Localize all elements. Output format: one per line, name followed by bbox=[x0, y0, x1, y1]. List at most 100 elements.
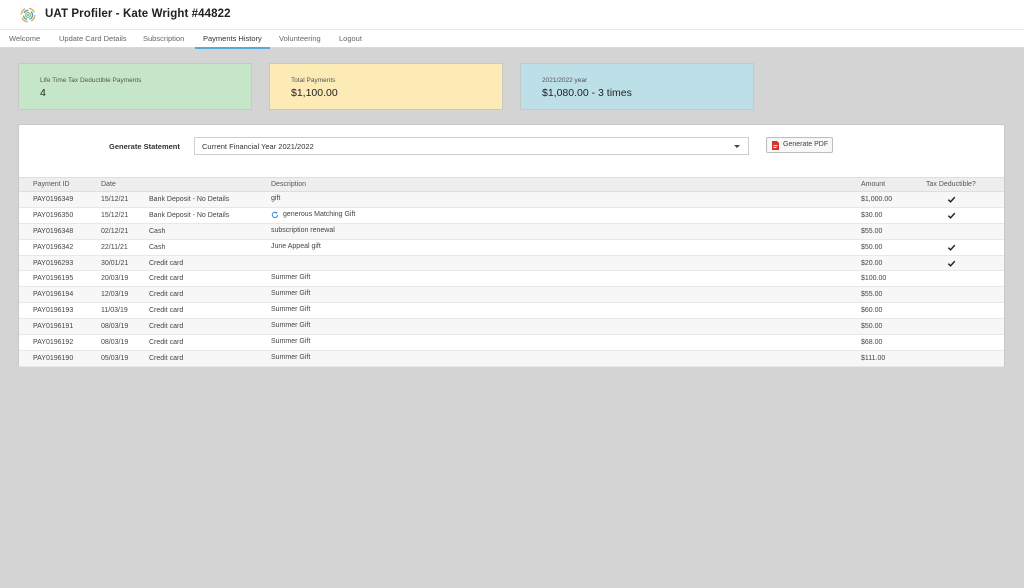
amount-cell: $50.00 bbox=[861, 243, 883, 251]
payment-type-cell: Credit card bbox=[149, 259, 184, 267]
description-text: June Appeal gift bbox=[271, 242, 321, 250]
amount-cell: $55.00 bbox=[861, 291, 883, 299]
payment-type-cell: Bank Deposit - No Details bbox=[149, 211, 230, 219]
date-cell: 20/03/19 bbox=[101, 275, 129, 283]
payment-type-cell: Credit card bbox=[149, 291, 184, 299]
description-cell: Summer Gift bbox=[271, 322, 310, 329]
tab-payments-history[interactable]: Payments History bbox=[195, 30, 270, 49]
amount-cell: $68.00 bbox=[861, 339, 883, 347]
tax-deductible-count-card: Life Time Tax Deductible Payments 4 bbox=[18, 63, 252, 110]
card-label: Total Payments bbox=[291, 77, 336, 84]
payment-id-cell: PAY0196194 bbox=[33, 291, 74, 299]
tab-welcome[interactable]: Welcome bbox=[9, 30, 40, 48]
statement-period-value: Current Financial Year 2021/2022 bbox=[202, 142, 314, 151]
description-text: generous Matching Gift bbox=[283, 211, 356, 219]
app-title: UAT Profiler - Kate Wright #44822 bbox=[45, 8, 231, 20]
header-payment-id[interactable]: Payment ID bbox=[33, 181, 70, 188]
description-cell: subscription renewal bbox=[271, 227, 335, 234]
table-row[interactable]: PAY0196190 05/03/19 Credit card Summer G… bbox=[19, 350, 1004, 367]
description-text: Summer Gift bbox=[271, 274, 311, 282]
payment-id-cell: PAY0196195 bbox=[33, 275, 74, 283]
date-cell: 15/12/21 bbox=[101, 196, 129, 203]
date-cell: 15/12/21 bbox=[101, 211, 129, 219]
amount-cell: $111.00 bbox=[861, 354, 886, 362]
table-row[interactable]: PAY0196194 12/03/19 Credit card Summer G… bbox=[19, 287, 1004, 304]
year-summary-card: 2021/2022 year $1,080.00 - 3 times bbox=[520, 63, 754, 110]
description-cell: Summer Gift bbox=[271, 290, 310, 297]
payment-type-cell: Cash bbox=[149, 227, 166, 235]
payment-id-cell: PAY0196190 bbox=[33, 354, 74, 362]
payment-id-cell: PAY0196192 bbox=[33, 339, 74, 347]
description-cell: Summer Gift bbox=[271, 354, 310, 361]
checkmark-icon bbox=[947, 244, 956, 251]
tab-volunteering[interactable]: Volunteering bbox=[279, 30, 321, 48]
generate-pdf-label: Generate PDF bbox=[783, 141, 829, 148]
card-value: $1,100.00 bbox=[291, 87, 338, 99]
date-cell: 08/03/19 bbox=[101, 339, 129, 347]
checkmark-icon bbox=[947, 196, 956, 203]
date-cell: 12/03/19 bbox=[101, 291, 129, 299]
payment-type-cell: Credit card bbox=[149, 354, 184, 362]
date-cell: 30/01/21 bbox=[101, 259, 129, 267]
table-row[interactable]: PAY0196193 11/03/19 Credit card Summer G… bbox=[19, 303, 1004, 320]
table-row[interactable]: PAY0196342 22/11/21 Cash June Appeal gif… bbox=[19, 239, 1004, 256]
amount-cell: $1,000.00 bbox=[861, 196, 893, 203]
description-cell: gift bbox=[271, 195, 280, 202]
description-text: Summer Gift bbox=[271, 306, 311, 314]
table-header: Payment ID Date Description Amount Tax D… bbox=[19, 177, 1004, 192]
table-row[interactable]: PAY0196349 15/12/21 Bank Deposit - No De… bbox=[19, 192, 1004, 208]
card-label: 2021/2022 year bbox=[542, 77, 588, 84]
tab-logout[interactable]: Logout bbox=[339, 30, 362, 48]
payment-id-cell: PAY0196349 bbox=[33, 196, 74, 203]
tab-update-card-details[interactable]: Update Card Details bbox=[59, 30, 127, 48]
header-date[interactable]: Date bbox=[101, 181, 116, 188]
date-cell: 05/03/19 bbox=[101, 354, 129, 362]
card-value: $1,080.00 - 3 times bbox=[542, 87, 632, 99]
payments-table-body: PAY0196349 15/12/21 Bank Deposit - No De… bbox=[19, 192, 1004, 367]
header-description[interactable]: Description bbox=[271, 181, 306, 188]
table-row[interactable]: PAY0196348 02/12/21 Cash subscription re… bbox=[19, 223, 1004, 240]
pdf-file-icon bbox=[772, 141, 779, 150]
description-cell: Summer Gift bbox=[271, 306, 310, 313]
description-text: Summer Gift bbox=[271, 338, 311, 346]
header-tax-deductible[interactable]: Tax Deductible? bbox=[926, 181, 976, 188]
card-value: 4 bbox=[40, 87, 46, 99]
payment-id-cell: PAY0196193 bbox=[33, 307, 74, 315]
amount-cell: $100.00 bbox=[861, 275, 887, 283]
payment-type-cell: Cash bbox=[149, 243, 166, 251]
amount-cell: $20.00 bbox=[861, 259, 883, 267]
description-text: Summer Gift bbox=[271, 290, 311, 298]
statement-period-select[interactable]: Current Financial Year 2021/2022 bbox=[194, 137, 749, 155]
description-text: Summer Gift bbox=[271, 322, 311, 330]
top-header: UAT Profiler - Kate Wright #44822 bbox=[0, 0, 1024, 30]
recurring-icon bbox=[271, 211, 279, 218]
card-label: Life Time Tax Deductible Payments bbox=[40, 77, 142, 84]
payment-id-cell: PAY0196342 bbox=[33, 243, 74, 251]
table-row[interactable]: PAY0196192 08/03/19 Credit card Summer G… bbox=[19, 335, 1004, 351]
checkmark-icon bbox=[947, 212, 956, 219]
table-row[interactable]: PAY0196293 30/01/21 Credit card $20.00 bbox=[19, 255, 1004, 272]
amount-cell: $30.00 bbox=[861, 211, 883, 219]
payment-type-cell: Credit card bbox=[149, 339, 184, 347]
description-text: gift bbox=[271, 195, 281, 202]
amount-cell: $55.00 bbox=[861, 227, 883, 235]
description-text: subscription renewal bbox=[271, 226, 335, 234]
tab-subscription[interactable]: Subscription bbox=[143, 30, 184, 48]
generate-pdf-button[interactable]: Generate PDF bbox=[766, 137, 833, 153]
table-row[interactable]: PAY0196191 08/03/19 Credit card Summer G… bbox=[19, 319, 1004, 336]
description-cell: Summer Gift bbox=[271, 274, 310, 281]
header-amount[interactable]: Amount bbox=[861, 181, 885, 188]
description-cell: June Appeal gift bbox=[271, 243, 321, 250]
chevron-down-icon bbox=[734, 145, 740, 148]
table-row[interactable]: PAY0196350 15/12/21 Bank Deposit - No De… bbox=[19, 207, 1004, 224]
generate-statement-label: Generate Statement bbox=[109, 142, 180, 151]
description-cell: Summer Gift bbox=[271, 338, 310, 345]
payment-id-cell: PAY0196350 bbox=[33, 211, 74, 219]
amount-cell: $50.00 bbox=[861, 323, 883, 331]
payment-type-cell: Credit card bbox=[149, 275, 184, 283]
amount-cell: $60.00 bbox=[861, 307, 883, 315]
payment-type-cell: Bank Deposit - No Details bbox=[149, 196, 230, 203]
payment-id-cell: PAY0196191 bbox=[33, 323, 74, 331]
payments-panel: Generate Statement Current Financial Yea… bbox=[18, 124, 1005, 367]
table-row[interactable]: PAY0196195 20/03/19 Credit card Summer G… bbox=[19, 271, 1004, 288]
